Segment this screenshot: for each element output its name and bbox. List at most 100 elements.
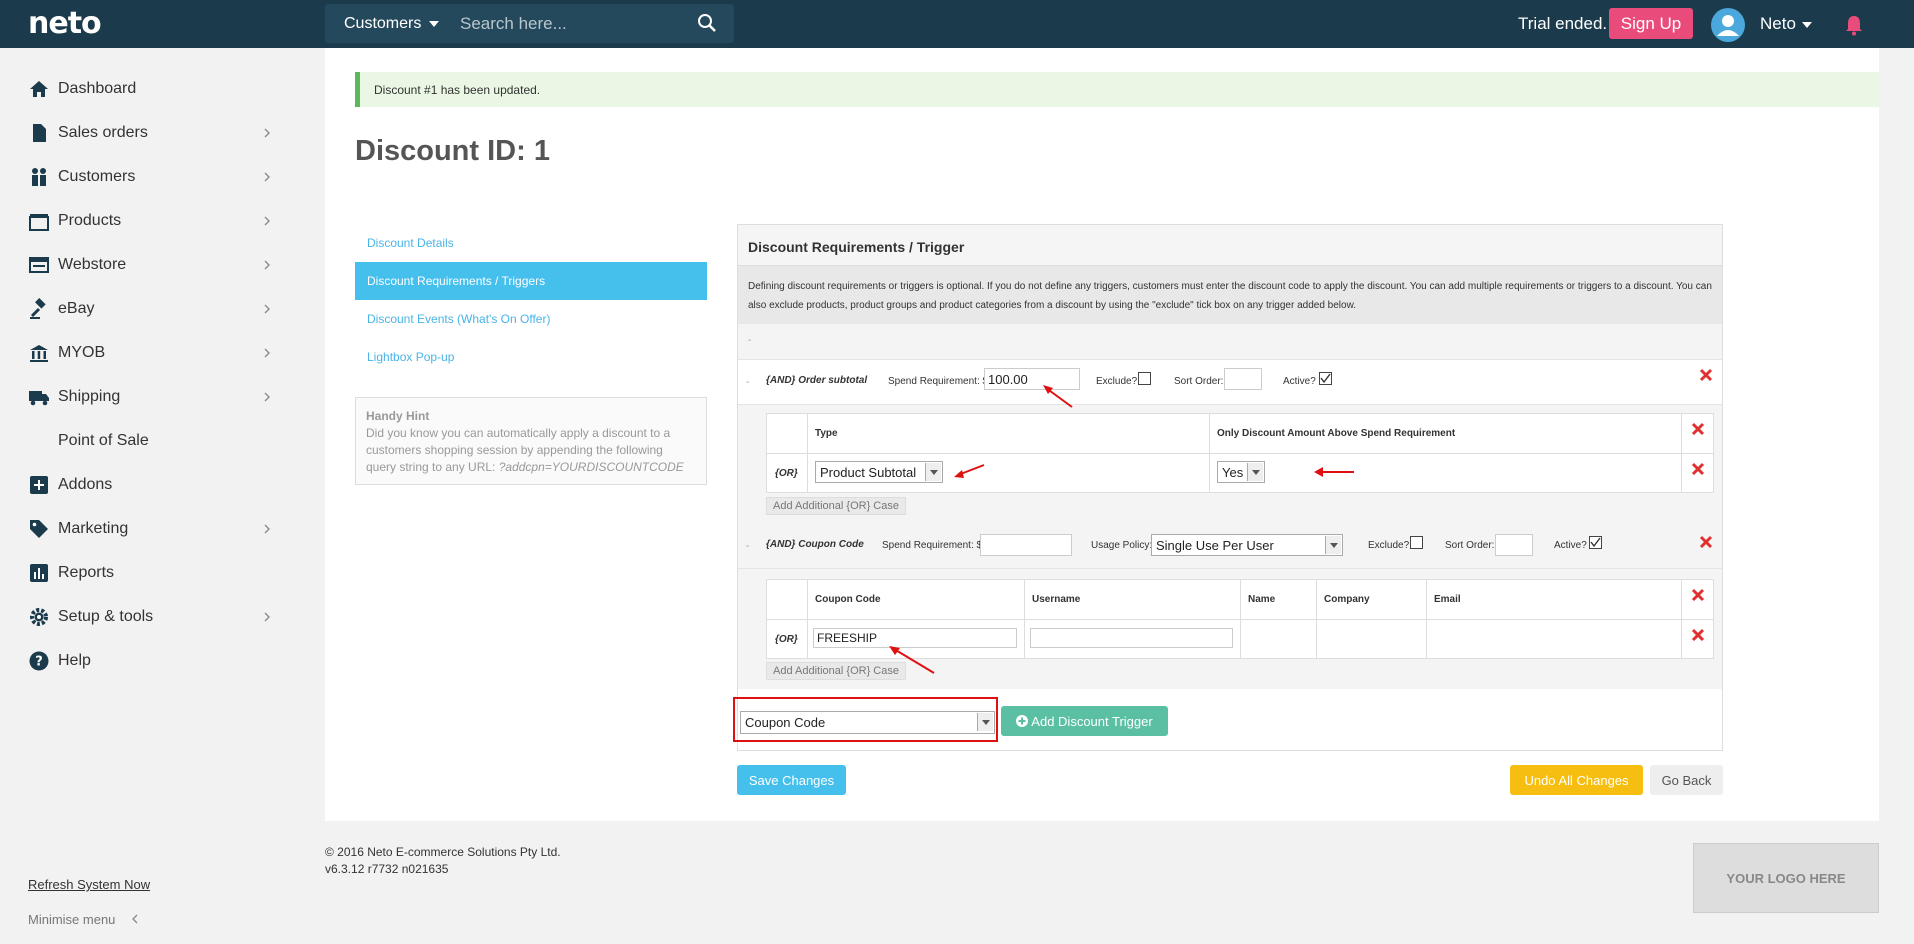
plus-circle-icon	[1016, 714, 1029, 727]
go-back-button[interactable]: Go Back	[1650, 765, 1723, 795]
page-title: Discount ID: 1	[355, 135, 550, 167]
hint-title: Handy Hint	[366, 409, 430, 423]
file-icon	[33, 124, 46, 142]
delete-icon[interactable]	[1691, 462, 1705, 476]
collapse-toggle[interactable]: -	[738, 324, 1722, 360]
tab-discount-events[interactable]: Discount Events (What's On Offer)	[355, 300, 707, 338]
sidebar-item-shipping[interactable]: Shipping	[28, 379, 278, 415]
sidebar-item-ebay[interactable]: eBay	[28, 291, 278, 327]
sidebar-item-products[interactable]: Products	[28, 203, 278, 239]
column-header-only-discount: Only Discount Amount Above Spend Require…	[1217, 428, 1456, 439]
user-menu[interactable]: Neto	[1760, 14, 1812, 34]
save-changes-button[interactable]: Save Changes	[737, 765, 846, 795]
usage-policy-select[interactable]: Single Use Per User	[1151, 534, 1343, 556]
delete-icon[interactable]	[1699, 368, 1713, 382]
store-icon	[28, 430, 50, 452]
sidebar-item-customers[interactable]: Customers	[28, 159, 278, 195]
exclude-label: Exclude?	[1096, 376, 1138, 387]
trigger-coupon-code: - {AND} Coupon Code Spend Requirement: $…	[738, 524, 1722, 569]
tab-lightbox-popup[interactable]: Lightbox Pop-up	[355, 338, 707, 376]
chevron-right-icon	[264, 304, 270, 314]
username-input[interactable]	[1030, 628, 1233, 648]
sort-order-label: Sort Order:	[1445, 540, 1495, 551]
refresh-system-link[interactable]: Refresh System Now	[28, 877, 150, 892]
active-label: Active?	[1554, 540, 1587, 551]
sort-order-input[interactable]	[1495, 534, 1533, 556]
bell-icon[interactable]	[1844, 14, 1864, 36]
search-input[interactable]	[460, 10, 680, 37]
sidebar-item-reports[interactable]: Reports	[28, 555, 278, 591]
active-checkbox[interactable]	[1589, 536, 1602, 549]
sidebar-item-setup-tools[interactable]: Setup & tools	[28, 599, 278, 635]
spend-requirement-label: Spend Requirement: $	[888, 376, 989, 387]
delete-icon[interactable]	[1691, 422, 1705, 436]
search-icon[interactable]	[697, 13, 717, 33]
exclude-label: Exclude?	[1368, 540, 1410, 551]
sidebar-item-point-of-sale[interactable]: Point of Sale	[28, 423, 278, 459]
handy-hint: Handy Hint Did you know you can automati…	[355, 397, 707, 485]
collapse-toggle[interactable]: -	[746, 541, 749, 552]
chevron-right-icon	[264, 612, 270, 622]
type-select[interactable]: Product Subtotal	[815, 461, 943, 483]
sort-order-input[interactable]	[1224, 368, 1262, 390]
tag-icon	[30, 520, 48, 538]
add-discount-trigger-button[interactable]: Add Discount Trigger	[1001, 706, 1168, 736]
box-icon	[29, 214, 49, 231]
sidebar-item-sales-orders[interactable]: Sales orders	[28, 115, 278, 151]
check-icon	[1590, 537, 1601, 548]
spend-requirement-input[interactable]	[980, 534, 1072, 556]
delete-icon[interactable]	[1691, 628, 1705, 642]
user-icon	[1717, 15, 1739, 36]
chevron-down-icon	[925, 463, 941, 481]
sidebar-item-webstore[interactable]: Webstore	[28, 247, 278, 283]
active-label: Active?	[1283, 376, 1316, 387]
neto-logo[interactable]: neto	[28, 6, 102, 41]
sign-up-button[interactable]: Sign Up	[1609, 8, 1693, 39]
only-discount-select[interactable]: Yes	[1217, 461, 1265, 483]
trigger-order-subtotal: - {AND} Order subtotal Spend Requirement…	[738, 360, 1722, 405]
window-icon	[29, 257, 49, 273]
delete-icon[interactable]	[1691, 588, 1705, 602]
sidebar-item-addons[interactable]: Addons	[28, 467, 278, 503]
tab-discount-requirements[interactable]: Discount Requirements / Triggers	[355, 262, 707, 300]
tab-discount-details[interactable]: Discount Details	[355, 224, 707, 262]
avatar[interactable]	[1711, 8, 1745, 42]
chevron-down-icon	[1325, 536, 1341, 554]
plus-square-icon	[30, 476, 48, 494]
bank-icon	[30, 345, 48, 362]
panel-description: Defining discount requirements or trigge…	[738, 266, 1722, 324]
check-icon	[1320, 373, 1331, 384]
people-icon	[32, 168, 46, 186]
sidebar-item-help[interactable]: ? Help	[28, 643, 278, 679]
exclude-checkbox[interactable]	[1410, 536, 1423, 549]
minimise-menu-toggle[interactable]: Minimise menu	[28, 912, 139, 927]
version: v6.3.12 r7732 n021635	[325, 862, 449, 876]
sort-order-label: Sort Order:	[1174, 376, 1224, 387]
sidebar-item-dashboard[interactable]: Dashboard	[28, 71, 278, 107]
column-header-type: Type	[815, 428, 838, 439]
sidebar-item-marketing[interactable]: Marketing	[28, 511, 278, 547]
delete-icon[interactable]	[1699, 535, 1713, 549]
chevron-right-icon	[264, 128, 270, 138]
add-or-case-button[interactable]: Add Additional {OR} Case	[766, 662, 906, 680]
column-header-email: Email	[1434, 594, 1461, 605]
chevron-down-icon	[1801, 21, 1812, 28]
column-header-name: Name	[1248, 594, 1276, 605]
collapse-toggle[interactable]: -	[746, 377, 749, 388]
home-icon	[30, 81, 48, 97]
active-checkbox[interactable]	[1319, 372, 1332, 385]
exclude-checkbox[interactable]	[1138, 372, 1151, 385]
chevron-right-icon	[264, 392, 270, 402]
undo-all-changes-button[interactable]: Undo All Changes	[1510, 765, 1643, 795]
chevron-right-icon	[264, 524, 270, 534]
column-header-coupon-code: Coupon Code	[815, 594, 881, 605]
annotation-arrow	[889, 646, 935, 674]
top-bar: neto Customers Trial ended. Sign Up Neto	[0, 0, 1914, 48]
chevron-right-icon	[264, 216, 270, 226]
add-or-case-button[interactable]: Add Additional {OR} Case	[766, 497, 906, 515]
copyright: © 2016 Neto E-commerce Solutions Pty Ltd…	[325, 845, 561, 859]
trigger-label: {AND} Order subtotal	[766, 375, 868, 386]
search-category-dropdown[interactable]: Customers	[344, 15, 440, 33]
question-icon: ?	[29, 651, 49, 671]
sidebar-item-myob[interactable]: MYOB	[28, 335, 278, 371]
